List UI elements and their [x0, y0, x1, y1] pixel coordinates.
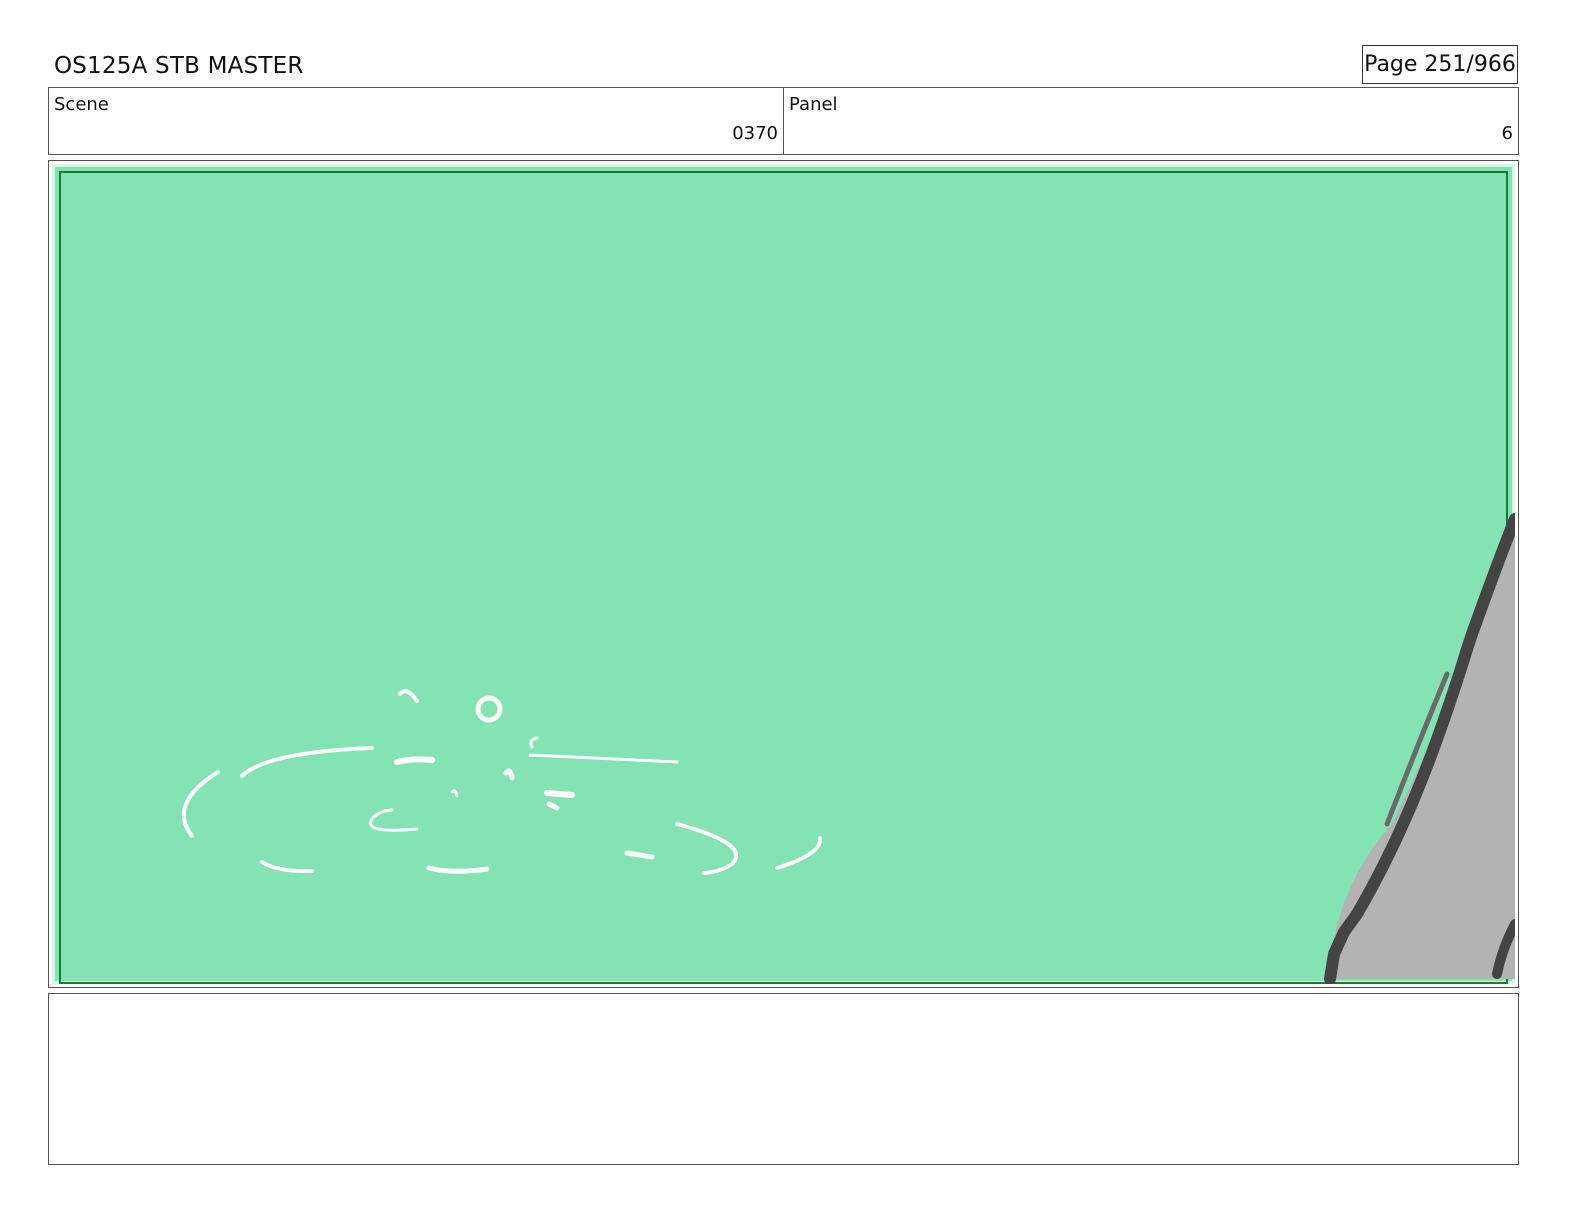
panel-label: Panel — [789, 94, 838, 115]
document-title: OS125A STB MASTER — [54, 53, 304, 79]
frame-background — [52, 164, 1515, 984]
scene-label: Scene — [54, 94, 109, 115]
storyboard-drawing — [52, 164, 1515, 984]
panel-notes-box — [48, 993, 1519, 1165]
panel-cell: Panel 6 — [784, 88, 1518, 154]
scene-panel-info: Scene 0370 Panel 6 — [48, 87, 1519, 155]
scene-number: 0370 — [732, 123, 778, 144]
scene-cell: Scene 0370 — [49, 88, 784, 154]
page-counter: Page 251/966 — [1362, 45, 1518, 84]
storyboard-frame — [48, 160, 1519, 988]
panel-number: 6 — [1501, 123, 1513, 144]
